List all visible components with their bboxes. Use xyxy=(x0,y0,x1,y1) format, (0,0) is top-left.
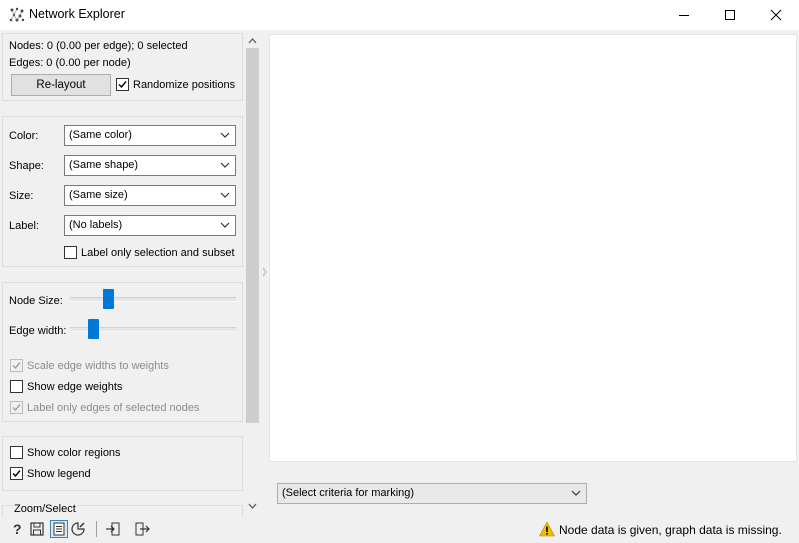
shape-combo[interactable]: (Same shape) xyxy=(64,155,236,176)
output-icon[interactable] xyxy=(134,521,150,537)
save-icon[interactable] xyxy=(29,521,45,537)
scale-edge-widths-label: Scale edge widths to weights xyxy=(27,360,169,372)
size-combo-value: (Same size) xyxy=(69,189,128,201)
randomize-positions-label: Randomize positions xyxy=(133,79,236,91)
color-combo-value: (Same color) xyxy=(69,129,132,141)
window-title: Network Explorer xyxy=(29,7,125,21)
label-only-selection-checkbox[interactable] xyxy=(64,246,77,259)
help-icon[interactable]: ? xyxy=(9,521,25,537)
check-icon xyxy=(12,404,21,412)
chevron-down-icon xyxy=(220,222,230,228)
scrollbar-thumb[interactable] xyxy=(246,48,259,423)
chevron-down-icon xyxy=(220,162,230,168)
zoom-select-title: Zoom/Select xyxy=(13,502,77,516)
randomize-positions-checkbox[interactable] xyxy=(116,78,129,91)
graph-canvas[interactable] xyxy=(269,34,797,462)
node-size-slider-thumb[interactable] xyxy=(103,289,114,309)
label-label: Label: xyxy=(9,220,39,232)
show-legend-checkbox[interactable] xyxy=(10,467,23,480)
shape-label: Shape: xyxy=(9,160,44,172)
node-size-label: Node Size: xyxy=(9,295,63,307)
marking-criteria-combo[interactable]: (Select criteria for marking) xyxy=(277,483,587,504)
maximize-icon xyxy=(725,10,735,20)
show-edge-weights-label: Show edge weights xyxy=(27,381,123,393)
svg-text:?: ? xyxy=(13,521,22,537)
warning-icon xyxy=(538,521,556,537)
chevron-right-icon xyxy=(262,267,267,277)
label-only-selection-label: Label only selection and subset xyxy=(81,247,235,259)
check-icon xyxy=(12,362,21,370)
status-warning-text: Node data is given, graph data is missin… xyxy=(559,523,782,537)
size-combo[interactable]: (Same size) xyxy=(64,185,236,206)
scroll-up-icon[interactable] xyxy=(246,35,259,47)
show-color-regions-label: Show color regions xyxy=(27,447,121,459)
edge-width-slider-thumb[interactable] xyxy=(88,319,99,339)
nodes-info: Nodes: 0 (0.00 per edge); 0 selected xyxy=(9,40,188,52)
shape-combo-value: (Same shape) xyxy=(69,159,139,171)
label-combo[interactable]: (No labels) xyxy=(64,215,236,236)
status-separator xyxy=(96,521,97,537)
chevron-down-icon xyxy=(220,132,230,138)
color-label: Color: xyxy=(9,130,39,142)
size-label: Size: xyxy=(9,190,34,202)
visual-settings-icon[interactable] xyxy=(70,521,86,537)
display-group xyxy=(2,436,243,491)
relayout-button[interactable]: Re-layout xyxy=(11,74,111,96)
network-graph-icon xyxy=(9,7,25,23)
label-selected-edges-checkbox[interactable] xyxy=(10,401,23,414)
show-legend-label: Show legend xyxy=(27,468,91,480)
report-icon[interactable] xyxy=(50,520,68,538)
label-selected-edges-label: Label only edges of selected nodes xyxy=(27,402,200,414)
edges-info: Edges: 0 (0.00 per node) xyxy=(9,57,131,69)
panel-collapse-handle[interactable] xyxy=(261,262,269,282)
chevron-down-icon xyxy=(571,490,581,496)
marking-criteria-value: (Select criteria for marking) xyxy=(282,487,415,499)
minimize-icon xyxy=(679,15,689,16)
chevron-down-icon xyxy=(220,192,230,198)
node-size-slider-track[interactable] xyxy=(70,297,236,302)
check-icon xyxy=(118,81,127,89)
show-color-regions-checkbox[interactable] xyxy=(10,446,23,459)
show-edge-weights-checkbox[interactable] xyxy=(10,380,23,393)
check-icon xyxy=(12,470,21,478)
scale-edge-widths-checkbox[interactable] xyxy=(10,359,23,372)
maximize-button[interactable] xyxy=(707,0,753,30)
label-combo-value: (No labels) xyxy=(69,219,123,231)
input-icon[interactable] xyxy=(105,521,121,537)
scroll-down-icon[interactable] xyxy=(246,500,259,512)
close-icon xyxy=(770,9,782,21)
close-button[interactable] xyxy=(753,0,799,30)
edge-width-label: Edge width: xyxy=(9,325,67,337)
color-combo[interactable]: (Same color) xyxy=(64,125,236,146)
minimize-button[interactable] xyxy=(661,0,707,30)
